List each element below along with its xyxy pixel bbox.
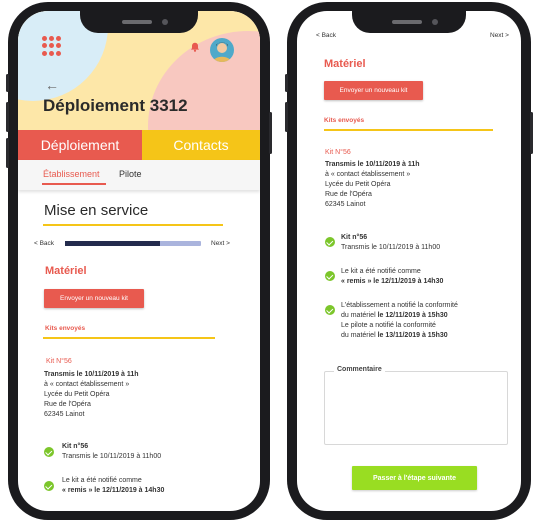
kits-underline <box>43 337 215 339</box>
kit-address-line: Rue de l'Opéra <box>325 191 372 198</box>
phone-notch <box>80 11 198 33</box>
event-text: du matériel le 13/11/2019 à 15h30 <box>341 332 448 339</box>
phone-side-button <box>6 102 9 132</box>
phone-side-button <box>6 74 9 92</box>
kit-address-line: Lycée du Petit Opéra <box>325 181 391 188</box>
kits-sent-heading: Kits envoyés <box>45 325 86 332</box>
back-link[interactable]: < Back <box>316 32 336 39</box>
phone-side-button <box>269 112 272 154</box>
next-link[interactable]: Next > <box>490 32 509 39</box>
materiel-title: Matériel <box>324 58 366 70</box>
subtabs-bar: Établissement Pilote <box>18 160 260 190</box>
next-link[interactable]: Next > <box>211 240 230 247</box>
check-icon <box>44 481 54 491</box>
event-text: « remis » le 12/11/2019 à 14h30 <box>341 278 444 285</box>
event-text: Transmis le 10/11/2019 à 11h00 <box>62 453 162 460</box>
event-text: du matériel le 12/11/2019 à 15h30 <box>341 312 448 319</box>
next-step-button[interactable]: Passer à l'étape suivante <box>352 466 477 490</box>
check-icon <box>325 237 335 247</box>
screen-right: < Back Next > Matériel Envoyer un nouvea… <box>297 11 521 511</box>
phone-side-button <box>285 74 288 92</box>
screen-left: ← Déploiement 3312 Déploiement Contacts … <box>18 11 260 511</box>
phone-frame-left: ← Déploiement 3312 Déploiement Contacts … <box>6 2 272 520</box>
phone-side-button <box>6 138 9 168</box>
materiel-title: Matériel <box>45 265 87 277</box>
event-text: Le pilote a notifié la conformité <box>341 322 436 329</box>
tab-contacts[interactable]: Contacts <box>142 130 260 160</box>
kit-address-line: 62345 Lainot <box>44 411 85 418</box>
kit-address-line: Lycée du Petit Opéra <box>44 391 110 398</box>
kit-recipient: à « contact établissement » <box>44 381 130 388</box>
send-kit-button[interactable]: Envoyer un nouveau kit <box>324 81 423 100</box>
comment-label: Commentaire <box>334 366 385 373</box>
kit-number: Kit N°56 <box>325 149 351 156</box>
kit-address-line: Rue de l'Opéra <box>44 401 91 408</box>
check-icon <box>325 305 335 315</box>
check-icon <box>325 271 335 281</box>
kit-number: Kit N°56 <box>46 358 72 365</box>
avatar[interactable] <box>210 38 234 62</box>
subtab-pilote[interactable]: Pilote <box>119 169 142 179</box>
kit-address-line: 62345 Lainot <box>325 201 366 208</box>
phone-notch <box>352 11 466 33</box>
phone-frame-right: < Back Next > Matériel Envoyer un nouvea… <box>285 2 533 520</box>
check-icon <box>44 447 54 457</box>
send-kit-button[interactable]: Envoyer un nouveau kit <box>44 289 144 308</box>
event-text: Transmis le 10/11/2019 à 11h00 <box>341 244 441 251</box>
phone-side-button <box>530 112 533 154</box>
kit-transmitted: Transmis le 10/11/2019 à 11h <box>44 371 139 378</box>
event-text: Le kit a été notifié comme <box>341 268 421 275</box>
back-arrow-icon[interactable]: ← <box>45 77 59 93</box>
kits-sent-heading: Kits envoyés <box>324 117 365 124</box>
section-title: Mise en service <box>44 202 149 219</box>
event-text: Le kit a été notifié comme <box>62 477 142 484</box>
section-underline <box>43 224 223 226</box>
back-link[interactable]: < Back <box>34 240 54 247</box>
progress-fill <box>65 241 161 246</box>
subtab-active-indicator <box>42 183 106 185</box>
bell-icon[interactable] <box>190 42 200 52</box>
event-text: « remis » le 12/11/2019 à 14h30 <box>62 487 165 494</box>
apps-grid-icon[interactable] <box>42 36 62 56</box>
phone-side-button <box>285 102 288 132</box>
subtab-etablissement[interactable]: Établissement <box>43 169 100 179</box>
page-title: Déploiement 3312 <box>43 96 188 115</box>
event-text: L'établissement a notifié la conformité <box>341 302 458 309</box>
comment-textarea[interactable] <box>324 371 508 445</box>
event-title: Kit n°56 <box>341 234 368 241</box>
kits-underline <box>324 129 493 131</box>
tab-deploiement[interactable]: Déploiement <box>18 130 142 160</box>
progress-bar <box>65 241 201 246</box>
kit-transmitted: Transmis le 10/11/2019 à 11h <box>325 161 420 168</box>
event-title: Kit n°56 <box>62 443 89 450</box>
kit-recipient: à « contact établissement » <box>325 171 411 178</box>
